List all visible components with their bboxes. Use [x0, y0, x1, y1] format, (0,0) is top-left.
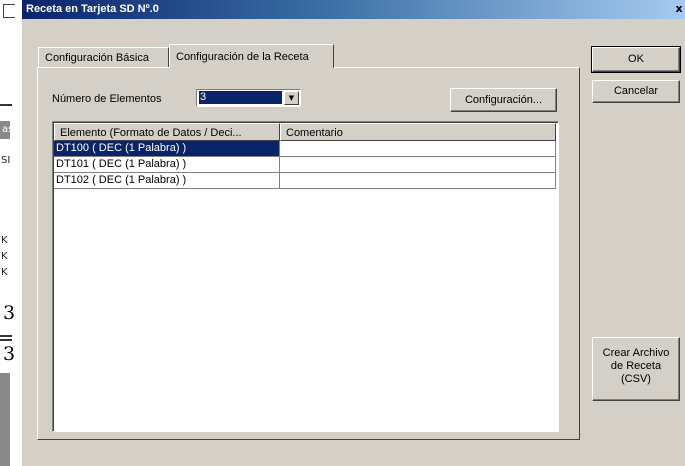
element-count-label: Número de Elementos — [52, 93, 162, 105]
tab-basic-config[interactable]: Configuración Básica — [38, 47, 169, 67]
comment-cell[interactable] — [280, 141, 556, 157]
recipe-dialog: Receta en Tarjeta SD Nº.0 x Configuració… — [22, 0, 685, 466]
element-count-select[interactable]: 3 ▼ — [196, 89, 301, 107]
csv-button-line: (CSV) — [621, 373, 651, 385]
column-header-comment[interactable]: Comentario — [280, 123, 556, 141]
element-cell[interactable]: DT101 ( DEC (1 Palabra) ) — [54, 157, 280, 173]
cancel-button[interactable]: Cancelar — [592, 80, 680, 103]
comment-cell[interactable] — [280, 157, 556, 173]
divider — [0, 104, 12, 106]
configuration-button[interactable]: Configuración... — [450, 88, 557, 112]
create-csv-button[interactable]: Crear Archivo de Receta (CSV) — [592, 337, 680, 401]
background-glyph: 3 — [3, 343, 16, 365]
element-cell[interactable]: DT102 ( DEC (1 Palabra) ) — [54, 173, 280, 189]
column-header-element[interactable]: Elemento (Formato de Datos / Deci... — [54, 123, 280, 141]
window-title: Receta en Tarjeta SD Nº.0 — [26, 3, 159, 15]
background-text: SI — [1, 155, 11, 166]
table-row[interactable]: DT101 ( DEC (1 Palabra) ) — [54, 157, 556, 173]
comment-cell[interactable] — [280, 173, 556, 189]
csv-button-line: de Receta — [610, 360, 662, 372]
csv-button-line: Crear Archivo — [602, 347, 670, 359]
table-row[interactable]: DT100 ( DEC (1 Palabra) ) — [54, 141, 556, 157]
ok-button[interactable]: OK — [591, 46, 681, 73]
background-text: K — [1, 235, 8, 246]
close-icon[interactable]: x — [673, 2, 685, 16]
table-row[interactable]: DT102 ( DEC (1 Palabra) ) — [54, 173, 556, 189]
background-text: K — [1, 267, 8, 278]
recipe-table[interactable]: Elemento (Formato de Datos / Deci... Com… — [52, 121, 559, 432]
background-glyph: 3 — [3, 302, 16, 324]
divider — [0, 339, 12, 341]
background-text: as — [2, 124, 14, 135]
background-panel — [0, 373, 10, 466]
chevron-down-icon[interactable]: ▼ — [284, 91, 299, 105]
table-header: Elemento (Formato de Datos / Deci... Com… — [54, 123, 556, 141]
divider — [0, 335, 12, 337]
element-cell[interactable]: DT100 ( DEC (1 Palabra) ) — [54, 141, 280, 157]
background-text: K — [1, 251, 8, 262]
tab-recipe-config[interactable]: Configuración de la Receta — [169, 44, 334, 68]
title-bar[interactable]: Receta en Tarjeta SD Nº.0 x — [22, 0, 685, 19]
window-icon — [3, 4, 15, 18]
element-count-value: 3 — [199, 91, 282, 104]
background-window: as SI K K K 3 3 — [0, 0, 23, 466]
